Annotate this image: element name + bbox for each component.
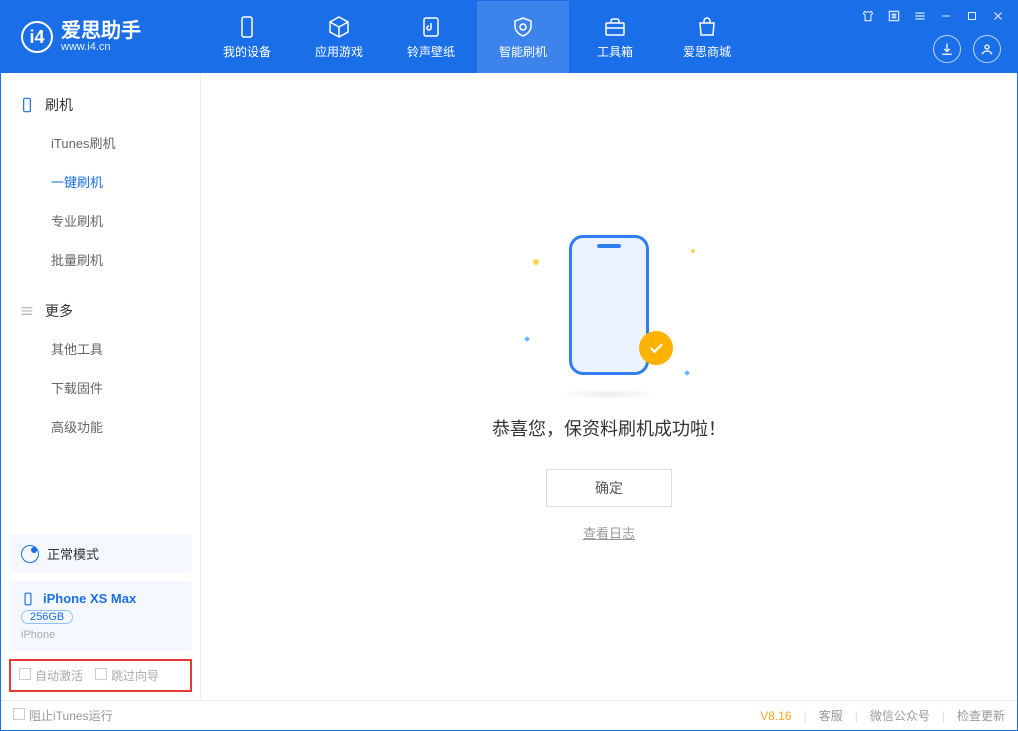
- view-log-link[interactable]: 查看日志: [583, 523, 635, 542]
- check-badge-icon: [639, 331, 673, 365]
- mode-icon: [21, 545, 39, 563]
- phone-small-icon: [21, 592, 35, 606]
- toolbox-icon: [603, 15, 627, 39]
- list-icon: [19, 303, 35, 319]
- success-message: 恭喜您，保资料刷机成功啦！: [492, 415, 726, 441]
- sidebar-item-itunes-flash[interactable]: iTunes刷机: [51, 123, 200, 162]
- device-capacity: 256GB: [21, 610, 73, 624]
- main-content: 恭喜您，保资料刷机成功啦！ 确定 查看日志: [201, 73, 1017, 700]
- nav-apps[interactable]: 应用游戏: [293, 1, 385, 73]
- sidebar-section-more[interactable]: 更多: [1, 293, 200, 329]
- close-button[interactable]: [989, 7, 1007, 25]
- menu-icon[interactable]: [911, 7, 929, 25]
- checkbox-auto-activate[interactable]: 自动激活: [19, 667, 83, 684]
- sidebar-item-download-firmware[interactable]: 下载固件: [51, 368, 200, 407]
- checkbox-skip-guide[interactable]: 跳过向导: [95, 667, 159, 684]
- nav-flash[interactable]: 智能刷机: [477, 1, 569, 73]
- nav-tabs: 我的设备 应用游戏 铃声壁纸 智能刷机 工具箱 爱思商城: [201, 1, 753, 73]
- logo-area: i4 爱思助手 www.i4.cn: [1, 21, 201, 53]
- refresh-shield-icon: [511, 15, 535, 39]
- sidebar-item-oneclick-flash[interactable]: 一键刷机: [51, 162, 200, 201]
- phone-icon: [235, 15, 259, 39]
- bag-icon: [695, 15, 719, 39]
- checkbox-block-itunes[interactable]: 阻止iTunes运行: [13, 707, 113, 724]
- window-controls: [859, 7, 1007, 25]
- app-subtitle: www.i4.cn: [61, 41, 141, 53]
- sidebar-item-advanced[interactable]: 高级功能: [51, 407, 200, 446]
- statusbar: 阻止iTunes运行 V8.16 | 客服 | 微信公众号 | 检查更新: [1, 700, 1017, 730]
- sidebar-section-flash[interactable]: 刷机: [1, 87, 200, 123]
- sidebar-item-batch-flash[interactable]: 批量刷机: [51, 240, 200, 279]
- cube-icon: [327, 15, 351, 39]
- mode-label: 正常模式: [47, 544, 99, 563]
- nav-ringtones[interactable]: 铃声壁纸: [385, 1, 477, 73]
- tshirt-icon[interactable]: [859, 7, 877, 25]
- status-link-support[interactable]: 客服: [819, 707, 843, 724]
- list-icon[interactable]: [885, 7, 903, 25]
- status-link-update[interactable]: 检查更新: [957, 707, 1005, 724]
- logo-icon: i4: [21, 21, 53, 53]
- success-illustration: [549, 231, 669, 391]
- maximize-button[interactable]: [963, 7, 981, 25]
- sidebar-item-other-tools[interactable]: 其他工具: [51, 329, 200, 368]
- minimize-button[interactable]: [937, 7, 955, 25]
- nav-toolbox[interactable]: 工具箱: [569, 1, 661, 73]
- app-title: 爱思助手: [61, 21, 141, 41]
- ok-button[interactable]: 确定: [546, 469, 672, 507]
- device-name: iPhone XS Max: [43, 591, 136, 606]
- version-label: V8.16: [760, 709, 791, 723]
- device-card[interactable]: iPhone XS Max 256GB iPhone: [9, 581, 192, 651]
- nav-my-device[interactable]: 我的设备: [201, 1, 293, 73]
- mode-card[interactable]: 正常模式: [9, 534, 192, 573]
- sidebar-item-pro-flash[interactable]: 专业刷机: [51, 201, 200, 240]
- app-header: i4 爱思助手 www.i4.cn 我的设备 应用游戏 铃声壁纸 智能刷机 工具…: [1, 1, 1017, 73]
- options-highlight-box: 自动激活 跳过向导: [9, 659, 192, 692]
- music-icon: [419, 15, 443, 39]
- nav-store[interactable]: 爱思商城: [661, 1, 753, 73]
- device-icon: [19, 97, 35, 113]
- user-button[interactable]: [973, 35, 1001, 63]
- device-type: iPhone: [21, 629, 180, 641]
- sidebar: 刷机 iTunes刷机 一键刷机 专业刷机 批量刷机 更多 其他工具 下载固件 …: [1, 73, 201, 700]
- status-link-wechat[interactable]: 微信公众号: [870, 707, 930, 724]
- download-button[interactable]: [933, 35, 961, 63]
- header-actions: [933, 35, 1001, 63]
